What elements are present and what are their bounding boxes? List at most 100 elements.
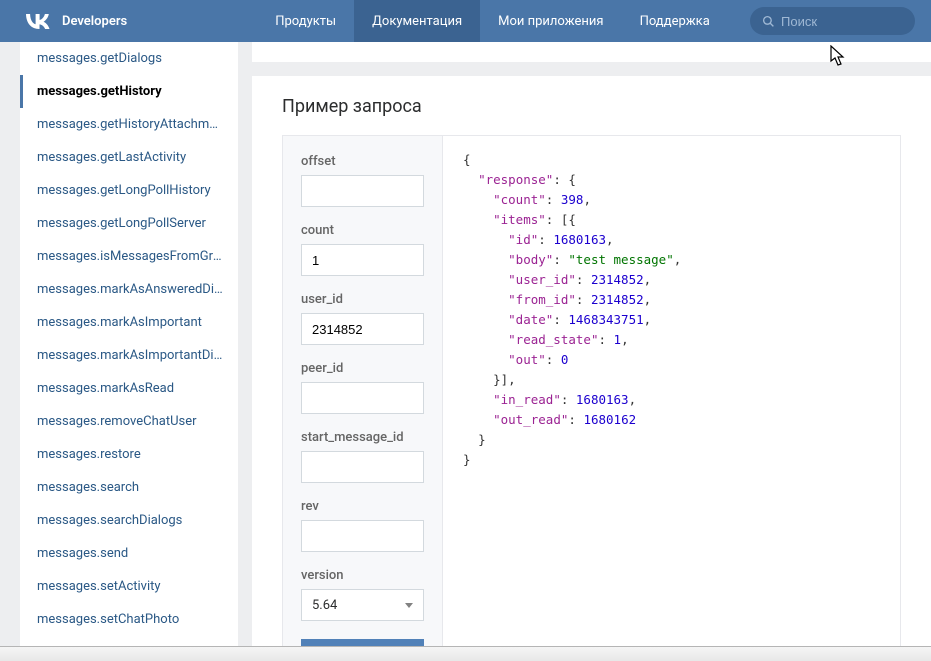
param-input-user_id[interactable] — [301, 313, 424, 345]
example-panel: Пример запроса offsetcountuser_idpeer_id… — [252, 76, 931, 646]
token-brace: { — [568, 172, 576, 187]
sidebar-item[interactable]: messages.removeChatUser — [20, 405, 238, 438]
vk-logo-icon — [24, 13, 52, 29]
nav-item-0[interactable]: Продукты — [257, 0, 354, 42]
sidebar-item[interactable]: messages.markAsAnsweredDialog — [20, 273, 238, 306]
token-punc: : — [553, 252, 568, 267]
token-key: "read_state" — [508, 332, 598, 347]
sidebar-item[interactable]: messages.getLastActivity — [20, 141, 238, 174]
param-field-rev: rev — [301, 499, 424, 552]
version-select[interactable]: 5.64 — [301, 589, 424, 621]
token-key: "count" — [493, 192, 546, 207]
token-str: "test message" — [568, 252, 673, 267]
token-num: 1680162 — [583, 412, 636, 427]
header: Developers ПродуктыДокументацияМои прило… — [0, 0, 931, 42]
token-num: 1468343751 — [568, 312, 643, 327]
token-punc: : [ — [546, 212, 569, 227]
search-input[interactable] — [781, 14, 903, 29]
token-brace: } — [493, 372, 501, 387]
token-punc: , — [621, 332, 629, 347]
param-label: offset — [301, 154, 424, 169]
main: Пример запроса offsetcountuser_idpeer_id… — [238, 42, 931, 646]
sidebar-item[interactable]: messages.markAsImportant — [20, 306, 238, 339]
param-field-count: count — [301, 223, 424, 276]
nav-item-1[interactable]: Документация — [354, 0, 480, 42]
sidebar-item[interactable]: messages.getLongPollHistory — [20, 174, 238, 207]
param-label: count — [301, 223, 424, 238]
sidebar-item[interactable]: messages.searchDialogs — [20, 504, 238, 537]
token-punc: : — [546, 352, 561, 367]
param-field-peer_id: peer_id — [301, 361, 424, 414]
token-num: 398 — [561, 192, 584, 207]
token-punc: : — [553, 312, 568, 327]
brand-label: Developers — [62, 14, 127, 29]
param-input-offset[interactable] — [301, 175, 424, 207]
token-brace: { — [568, 212, 576, 227]
sidebar-item[interactable]: messages.send — [20, 537, 238, 570]
sidebar-item[interactable]: messages.markAsImportantDialog — [20, 339, 238, 372]
logo[interactable]: Developers — [24, 13, 127, 29]
param-label: peer_id — [301, 361, 424, 376]
token-punc: , — [644, 272, 652, 287]
token-key: "out" — [508, 352, 546, 367]
token-key: "body" — [508, 252, 553, 267]
param-field-start_message_id: start_message_id — [301, 430, 424, 483]
token-key: "id" — [508, 232, 538, 247]
param-label: rev — [301, 499, 424, 514]
token-key: "items" — [493, 212, 546, 227]
sidebar: messages.getDialogsmessages.getHistoryme… — [20, 42, 238, 646]
sidebar-item[interactable]: messages.search — [20, 471, 238, 504]
token-punc: : — [538, 232, 553, 247]
token-punc: : — [553, 172, 568, 187]
param-field-offset: offset — [301, 154, 424, 207]
param-field-user_id: user_id — [301, 292, 424, 345]
token-key: "out_read" — [493, 412, 568, 427]
sidebar-item[interactable]: messages.getHistoryAttachments — [20, 108, 238, 141]
sidebar-item[interactable]: messages.restore — [20, 438, 238, 471]
token-punc: ], — [501, 372, 516, 387]
content-top-strip — [252, 42, 931, 62]
param-input-peer_id[interactable] — [301, 382, 424, 414]
search-box[interactable] — [750, 7, 915, 35]
token-punc: : — [576, 292, 591, 307]
token-num: 2314852 — [591, 272, 644, 287]
sidebar-item[interactable]: messages.setChatPhoto — [20, 603, 238, 636]
response-output: { "response": { "count": 398, "items": [… — [442, 135, 901, 646]
token-punc: , — [644, 292, 652, 307]
sidebar-item[interactable]: messages.getLongPollServer — [20, 207, 238, 240]
sidebar-item[interactable]: messages.getDialogs — [20, 42, 238, 75]
token-brace: } — [478, 432, 486, 447]
token-punc: : — [576, 272, 591, 287]
token-key: "user_id" — [508, 272, 576, 287]
token-punc: : — [546, 192, 561, 207]
sidebar-item[interactable]: messages.markAsRead — [20, 372, 238, 405]
run-button[interactable]: Выполнить — [301, 639, 424, 646]
sidebar-item[interactable]: messages.setActivity — [20, 570, 238, 603]
token-num: 1 — [614, 332, 622, 347]
token-punc: , — [644, 312, 652, 327]
sidebar-item[interactable]: messages.isMessagesFromGroupAllowed — [20, 240, 238, 273]
sidebar-item[interactable]: messages.getHistory — [20, 75, 238, 108]
token-punc: , — [583, 192, 591, 207]
taskbar — [0, 646, 931, 661]
token-num: 0 — [561, 352, 569, 367]
param-input-rev[interactable] — [301, 520, 424, 552]
nav-item-2[interactable]: Мои приложения — [480, 0, 621, 42]
token-punc: , — [674, 252, 682, 267]
param-label: user_id — [301, 292, 424, 307]
search-icon — [762, 15, 775, 28]
token-num: 2314852 — [591, 292, 644, 307]
nav-item-3[interactable]: Поддержка — [622, 0, 728, 42]
token-num: 1680163 — [576, 392, 629, 407]
token-punc: : — [568, 412, 583, 427]
token-key: "in_read" — [493, 392, 561, 407]
token-punc: , — [629, 392, 637, 407]
param-input-start_message_id[interactable] — [301, 451, 424, 483]
param-label: start_message_id — [301, 430, 424, 445]
param-input-count[interactable] — [301, 244, 424, 276]
chevron-down-icon — [405, 603, 413, 608]
token-brace: } — [463, 452, 471, 467]
params-form: offset count user_id peer_id start_message_i… — [282, 135, 442, 646]
version-value: 5.64 — [312, 598, 337, 613]
param-field-version: version5.64 — [301, 568, 424, 621]
